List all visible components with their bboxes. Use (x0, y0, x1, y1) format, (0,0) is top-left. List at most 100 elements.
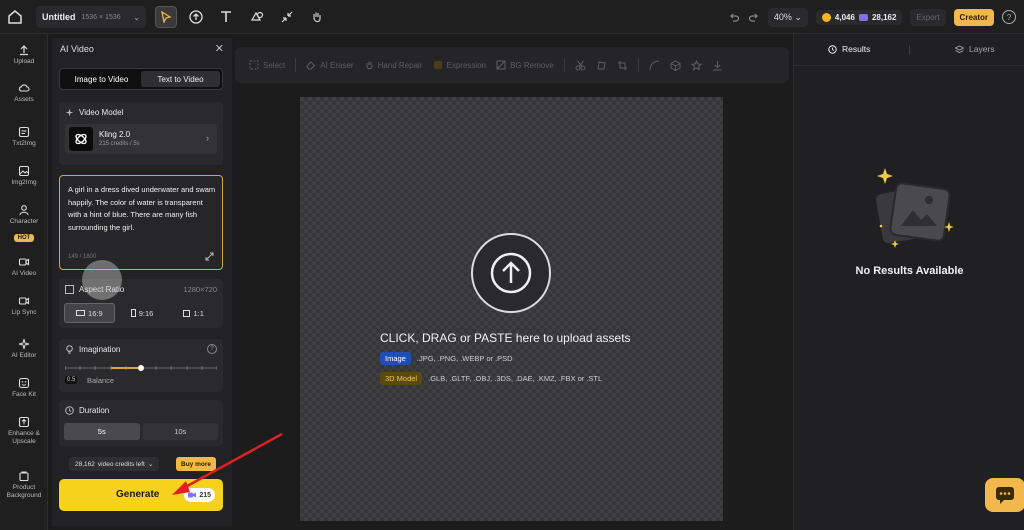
shapes-icon (250, 11, 264, 21)
text-icon (221, 11, 231, 22)
canvas-tool-expression[interactable]: Expression (433, 60, 486, 70)
canvas-tool-bg-remove[interactable]: BG Remove (496, 60, 554, 70)
help-icon[interactable]: ? (207, 344, 217, 354)
collapse-tool-button[interactable] (276, 6, 298, 28)
canvas-tool-select[interactable]: Select (249, 60, 285, 70)
rail-label: AI Video (11, 270, 37, 277)
upload-tool-button[interactable] (185, 6, 207, 28)
rail-label: AI Editor (11, 352, 37, 359)
perspective-icon[interactable] (596, 60, 607, 71)
hot-badge: HOT (13, 234, 35, 242)
export-button[interactable]: Export (910, 8, 946, 26)
rail-item-character[interactable]: Character HOT (0, 204, 48, 244)
canvas-tool-ai-eraser[interactable]: AI Eraser (306, 60, 354, 70)
ai-video-panel: AI Video ✕ Image to Video Text to Video … (52, 38, 232, 526)
rail-label: Product (12, 484, 36, 491)
rail-label: Background (6, 492, 42, 499)
tab-layers[interactable]: Layers (955, 44, 995, 54)
right-panel: Results Layers No Results Available (793, 34, 1024, 530)
landscape-icon (76, 310, 86, 316)
close-icon[interactable]: ✕ (215, 42, 224, 55)
zoom-dropdown[interactable]: 40% ⌄ (767, 7, 808, 27)
rail-item-product-background[interactable]: Product Background (0, 470, 48, 500)
buy-more-button[interactable]: Buy more (176, 457, 216, 471)
duration-option-5s[interactable]: 5s (64, 423, 140, 440)
home-icon[interactable] (6, 8, 24, 26)
hand-tool-button[interactable] (306, 6, 328, 28)
select-tool-button[interactable] (155, 6, 177, 28)
model-selector[interactable]: Kling 2.0 215 credits / 5s › (65, 124, 217, 154)
rail-item-txt2img[interactable]: Txt2Img (0, 126, 48, 148)
expand-icon[interactable] (205, 252, 214, 261)
chat-icon (996, 487, 1014, 504)
tab-image-to-video[interactable]: Image to Video (62, 71, 141, 87)
duration-options: 5s 10s (64, 423, 218, 440)
imagination-slider[interactable] (65, 365, 217, 371)
help-icon[interactable]: ? (1002, 10, 1016, 24)
rail-item-lip-sync[interactable]: Lip Sync (0, 295, 48, 317)
aspect-option-label: 1:1 (193, 308, 204, 318)
eraser-icon (306, 61, 316, 70)
imagination-label: Imagination (79, 345, 121, 354)
image-formats: .JPG, .PNG, .WEBP or .PSD (416, 354, 513, 363)
creator-button[interactable]: Creator (953, 8, 994, 26)
empty-results-illustration (876, 168, 954, 248)
generate-button[interactable]: Generate 215 (59, 479, 223, 511)
crop-icon[interactable] (617, 60, 628, 71)
rail-label: Character (9, 218, 39, 225)
chat-support-button[interactable] (985, 478, 1024, 512)
rail-item-ai-editor[interactable]: AI Editor (0, 338, 48, 360)
curve-icon[interactable] (649, 60, 660, 71)
upload-canvas[interactable]: CLICK, DRAG or PASTE here to upload asse… (300, 97, 723, 521)
expression-icon (433, 61, 442, 69)
slider-thumb[interactable] (138, 365, 144, 371)
hand-icon (313, 12, 321, 23)
canvas-tool-hand-repair[interactable]: Hand Repair (364, 60, 423, 70)
duration-option-10s[interactable]: 10s (142, 423, 218, 440)
text-image-icon (18, 126, 30, 138)
duration-label: Duration (79, 406, 110, 415)
credits-display[interactable]: 4,046 28,162 (815, 9, 903, 25)
video-credits-suffix: video credits left (97, 460, 145, 468)
tab-text-to-video[interactable]: Text to Video (141, 71, 220, 87)
model-tag: 3D Model (380, 372, 423, 385)
aspect-option-16-9[interactable]: 16:9 (64, 303, 115, 323)
prompt-textarea[interactable]: A girl in a dress dived underwater and s… (59, 175, 223, 270)
sparkle-icon (65, 108, 74, 117)
cursor-highlight (82, 260, 122, 300)
toolbar-divider (563, 58, 565, 72)
rail-item-enhance-upscale[interactable]: Enhance & Upscale (0, 416, 48, 446)
shape-tool-button[interactable] (246, 6, 268, 28)
aspect-ratio-icon (65, 285, 74, 294)
lightbulb-icon (66, 345, 73, 354)
imagination-title: Imagination (65, 345, 120, 354)
canvas-toolbar: Select AI Eraser Hand Repair Expression … (235, 47, 789, 83)
model-name: Kling 2.0 (99, 130, 131, 139)
rail-item-upload[interactable]: Upload (0, 44, 48, 66)
image-icon (18, 165, 30, 177)
scissors-icon[interactable] (575, 60, 586, 71)
prompt-char-count: 149 / 1800 (68, 254, 97, 260)
project-title[interactable]: Untitled 1536 × 1536 ⌄ (36, 6, 146, 28)
aspect-ratio-resolution: 1280×720 (183, 285, 217, 294)
rail-item-assets[interactable]: Assets (0, 82, 48, 104)
zoom-value: 40% (773, 11, 792, 22)
upload-button[interactable] (471, 233, 551, 313)
canvas-tool-label: AI Eraser (320, 60, 354, 70)
rail-item-ai-video[interactable]: AI Video (0, 256, 48, 278)
aspect-option-9-16[interactable]: 9:16 (118, 303, 167, 323)
aspect-option-1-1[interactable]: 1:1 (169, 303, 218, 323)
face-icon (18, 377, 30, 389)
redo-icon[interactable] (748, 11, 760, 23)
rail-label: Img2Img (11, 179, 37, 186)
download-icon[interactable] (712, 60, 723, 71)
undo-icon[interactable] (728, 11, 740, 23)
rail-item-img2img[interactable]: Img2Img (0, 165, 48, 187)
cube-icon[interactable] (670, 59, 681, 71)
text-tool-button[interactable] (215, 6, 237, 28)
aspect-option-label: 16:9 (88, 308, 103, 318)
star-icon[interactable] (690, 59, 702, 71)
tab-layers-label: Layers (969, 44, 995, 54)
tab-results[interactable]: Results (828, 44, 870, 54)
rail-item-face-kit[interactable]: Face Kit (0, 377, 48, 399)
